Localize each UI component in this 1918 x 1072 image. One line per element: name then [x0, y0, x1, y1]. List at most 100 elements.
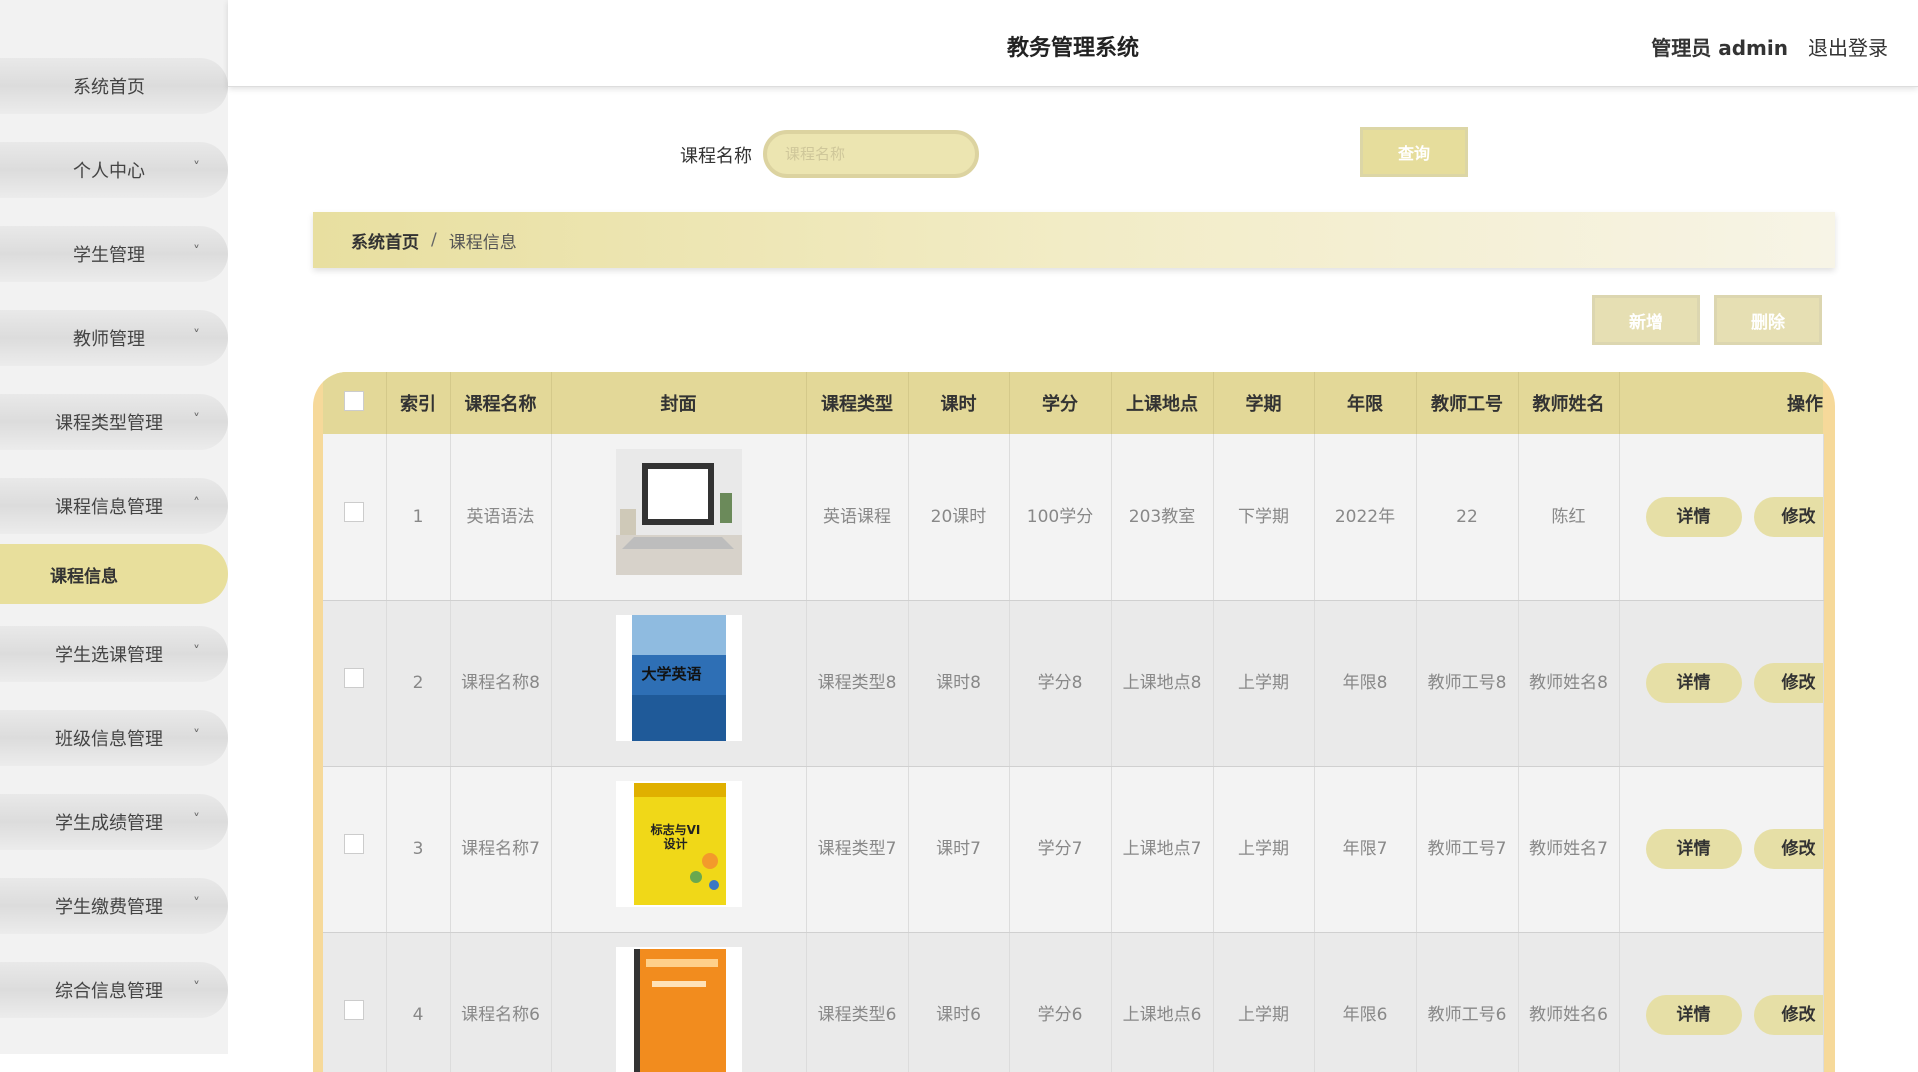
cell-index: 2	[386, 600, 451, 767]
cell-term: 上学期	[1213, 600, 1315, 767]
select-all-checkbox[interactable]	[344, 390, 365, 411]
course-name-search-input[interactable]	[763, 130, 979, 178]
sidebar-item-label: 课程信息	[50, 566, 118, 587]
cell-course-name: 课程名称7	[450, 766, 552, 933]
cell-hours: 20课时	[908, 434, 1010, 601]
cell-year: 年限6	[1314, 932, 1417, 1072]
column-header: 教师姓名	[1518, 372, 1620, 434]
cell-operations: 详情 修改	[1619, 434, 1824, 601]
column-header: 课时	[908, 372, 1010, 434]
column-header: 教师工号	[1416, 372, 1519, 434]
cell-operations: 详情 修改	[1619, 766, 1824, 933]
cell-index: 3	[386, 766, 451, 933]
column-header: 操作	[1787, 394, 1823, 415]
cell-hours: 课时8	[908, 600, 1010, 767]
column-header: 课程类型	[806, 372, 909, 434]
detail-button[interactable]: 详情	[1645, 663, 1742, 703]
breadcrumb-current: 课程信息	[448, 232, 517, 253]
book-title-text: 大学英语	[641, 665, 702, 683]
search-label: 课程名称	[680, 146, 752, 167]
chevron-down-icon: ˅	[193, 980, 200, 996]
sidebar-item-label: 教师管理	[73, 329, 145, 350]
edit-button[interactable]: 修改	[1753, 829, 1822, 869]
row-checkbox[interactable]	[344, 834, 365, 854]
cell-course-type: 课程类型6	[806, 932, 909, 1072]
sidebar-subitem-course-info[interactable]: 课程信息	[0, 544, 228, 604]
logout-link[interactable]: 退出登录	[1808, 32, 1888, 61]
cell-index: 1	[386, 434, 451, 601]
sidebar-item-payment-management[interactable]: 学生缴费管理 ˅	[0, 878, 228, 934]
breadcrumb-separator: /	[431, 230, 437, 250]
sidebar-item-course-selection-management[interactable]: 学生选课管理 ˅	[0, 626, 228, 682]
course-table-container: 索引 课程名称 封面 课程类型 课时 学分 上课地点 学期 年限 教师工号 教师…	[313, 372, 1835, 1072]
chevron-down-icon: ˅	[193, 160, 200, 176]
cell-place: 上课地点7	[1111, 766, 1214, 933]
sidebar-item-general-info-management[interactable]: 综合信息管理 ˅	[0, 962, 228, 1018]
breadcrumb-home-link[interactable]: 系统首页	[351, 228, 419, 253]
sidebar-item-label: 班级信息管理	[55, 729, 163, 750]
sidebar-item-course-type-management[interactable]: 课程类型管理 ˅	[0, 394, 228, 450]
cell-teacher-name: 陈红	[1518, 434, 1620, 601]
cell-credit: 学分8	[1009, 600, 1112, 767]
query-button[interactable]: 查询	[1360, 127, 1468, 177]
cell-place: 203教室	[1111, 434, 1214, 601]
cell-credit: 100学分	[1009, 434, 1112, 601]
table-row: 2 课程名称8 大学英语 课程类型8 课时8 学分8 上课地点8 上学期 年限8…	[323, 600, 1824, 767]
cell-term: 上学期	[1213, 932, 1315, 1072]
cell-cover: 标志与VI设计	[551, 766, 807, 933]
sidebar-item-teacher-management[interactable]: 教师管理 ˅	[0, 310, 228, 366]
column-header: 课程名称	[450, 372, 552, 434]
laptop-cover-image	[615, 448, 742, 575]
table-row: 3 课程名称7 标志与VI设计 课程类型7 课时7 学分7 上课地点7 上学期 …	[323, 766, 1824, 933]
edit-button[interactable]: 修改	[1753, 496, 1822, 537]
edit-button[interactable]: 修改	[1753, 663, 1822, 703]
cell-course-type: 课程类型7	[806, 766, 909, 933]
sidebar-item-score-management[interactable]: 学生成绩管理 ˅	[0, 794, 228, 850]
cell-course-name: 课程名称8	[450, 600, 552, 767]
course-table: 索引 课程名称 封面 课程类型 课时 学分 上课地点 学期 年限 教师工号 教师…	[323, 372, 1824, 1072]
row-checkbox[interactable]	[344, 668, 365, 688]
detail-button[interactable]: 详情	[1645, 496, 1742, 537]
column-header: 索引	[386, 372, 451, 434]
table-row: 1 英语语法 英语课程 20课时 100学分 203教室 下学期 2022年 2…	[323, 434, 1824, 601]
cell-credit: 学分6	[1009, 932, 1112, 1072]
sidebar-item-label: 学生选课管理	[55, 645, 163, 666]
cell-hours: 课时7	[908, 766, 1010, 933]
sidebar-item-class-info-management[interactable]: 班级信息管理 ˅	[0, 710, 228, 766]
cell-operations: 详情 修改	[1619, 600, 1824, 767]
row-checkbox[interactable]	[344, 501, 365, 522]
sidebar-item-home[interactable]: 系统首页	[0, 58, 228, 114]
laptop-cover	[615, 448, 742, 575]
cell-year: 2022年	[1314, 434, 1417, 601]
chevron-down-icon: ˅	[193, 644, 200, 660]
sidebar-item-label: 学生缴费管理	[55, 897, 163, 918]
row-checkbox-cell	[323, 766, 387, 933]
book-cover-college-english: 大学英语	[615, 615, 742, 741]
chevron-down-icon: ˅	[193, 244, 200, 260]
sidebar-item-course-info-management[interactable]: 课程信息管理 ˄	[0, 478, 228, 534]
add-button[interactable]: 新增	[1592, 295, 1700, 345]
sidebar: 系统首页 个人中心 ˅ 学生管理 ˅ 教师管理 ˅ 课程类型管理 ˅ 课程信息管理 ˄ 课…	[0, 0, 228, 1054]
book-title-text: 标志与VI设计	[650, 823, 701, 851]
sidebar-item-label: 个人中心	[73, 161, 145, 182]
sidebar-item-student-management[interactable]: 学生管理 ˅	[0, 226, 228, 282]
edit-button[interactable]: 修改	[1753, 995, 1822, 1035]
sidebar-item-label: 综合信息管理	[55, 981, 163, 1002]
table-row: 4 课程名称6 课程类型6 课时6 学分6 上课地点6 上学期 年限6 教师工号…	[323, 932, 1824, 1072]
delete-button[interactable]: 删除	[1714, 295, 1822, 345]
row-checkbox[interactable]	[344, 1000, 365, 1020]
row-checkbox-cell	[323, 932, 387, 1072]
cell-cover	[551, 434, 807, 601]
row-checkbox-cell	[323, 434, 387, 601]
book-cover-logo-vi-design: 标志与VI设计	[615, 781, 742, 907]
cell-term: 下学期	[1213, 434, 1315, 601]
sidebar-item-label: 系统首页	[73, 77, 145, 98]
sidebar-item-personal-center[interactable]: 个人中心 ˅	[0, 142, 228, 198]
chevron-down-icon: ˅	[193, 812, 200, 828]
detail-button[interactable]: 详情	[1645, 995, 1742, 1035]
cell-course-name: 课程名称6	[450, 932, 552, 1072]
cell-place: 上课地点8	[1111, 600, 1214, 767]
orange-book-image	[615, 947, 742, 1072]
cell-teacher-name: 教师姓名8	[1518, 600, 1620, 767]
detail-button[interactable]: 详情	[1645, 829, 1742, 869]
